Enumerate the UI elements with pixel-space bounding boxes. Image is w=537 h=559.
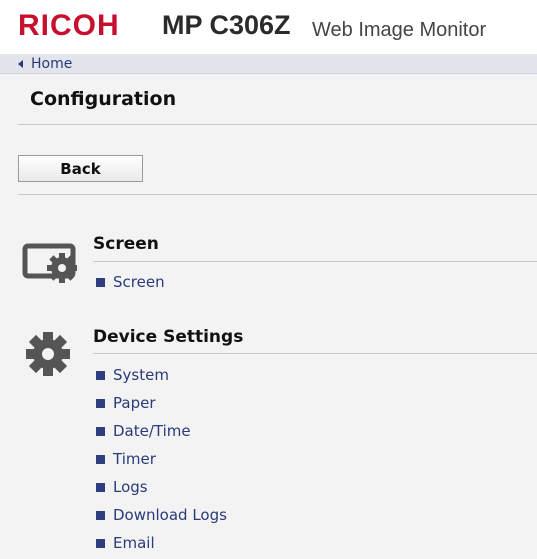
page-title: Configuration	[30, 88, 177, 110]
home-link-label: Home	[31, 56, 73, 72]
bullet-icon	[96, 454, 105, 464]
link-label: Date/Time	[113, 422, 191, 440]
section-divider-device-settings	[93, 353, 537, 354]
bullet-icon	[96, 277, 105, 287]
section-title-device-settings: Device Settings	[93, 327, 244, 347]
bullet-icon	[96, 538, 105, 548]
bullet-icon	[96, 398, 105, 408]
ricoh-logo: RICOH	[18, 9, 120, 42]
title-divider	[18, 124, 537, 125]
section-title-screen: Screen	[93, 234, 159, 254]
bullet-icon	[96, 482, 105, 492]
link-email[interactable]: Email	[96, 534, 155, 552]
link-screen[interactable]: Screen	[96, 273, 165, 291]
bullet-icon	[96, 426, 105, 436]
bullet-icon	[96, 370, 105, 380]
link-label: Email	[113, 534, 155, 552]
link-label: System	[113, 366, 169, 384]
home-bar: Home	[0, 54, 537, 74]
link-system[interactable]: System	[96, 366, 169, 384]
back-button[interactable]: Back	[18, 155, 143, 182]
link-label: Paper	[113, 394, 156, 412]
link-label: Timer	[113, 450, 156, 468]
section-divider-screen	[93, 261, 537, 262]
link-paper[interactable]: Paper	[96, 394, 155, 412]
home-link[interactable]: Home	[18, 56, 72, 72]
link-label: Logs	[113, 478, 148, 496]
link-date-time[interactable]: Date/Time	[96, 422, 191, 440]
link-download-logs[interactable]: Download Logs	[96, 506, 227, 524]
caret-left-icon	[18, 60, 23, 68]
model-name: MP C306Z	[162, 10, 291, 40]
screen-settings-icon	[22, 243, 78, 289]
app-title: Web Image Monitor	[312, 19, 487, 41]
back-divider	[18, 194, 537, 195]
link-timer[interactable]: Timer	[96, 450, 156, 468]
link-label: Screen	[113, 273, 165, 291]
bullet-icon	[96, 510, 105, 520]
gear-icon	[24, 330, 72, 382]
link-label: Download Logs	[113, 506, 227, 524]
link-logs[interactable]: Logs	[96, 478, 148, 496]
header: RICOH MP C306Z Web Image Monitor	[0, 0, 537, 54]
